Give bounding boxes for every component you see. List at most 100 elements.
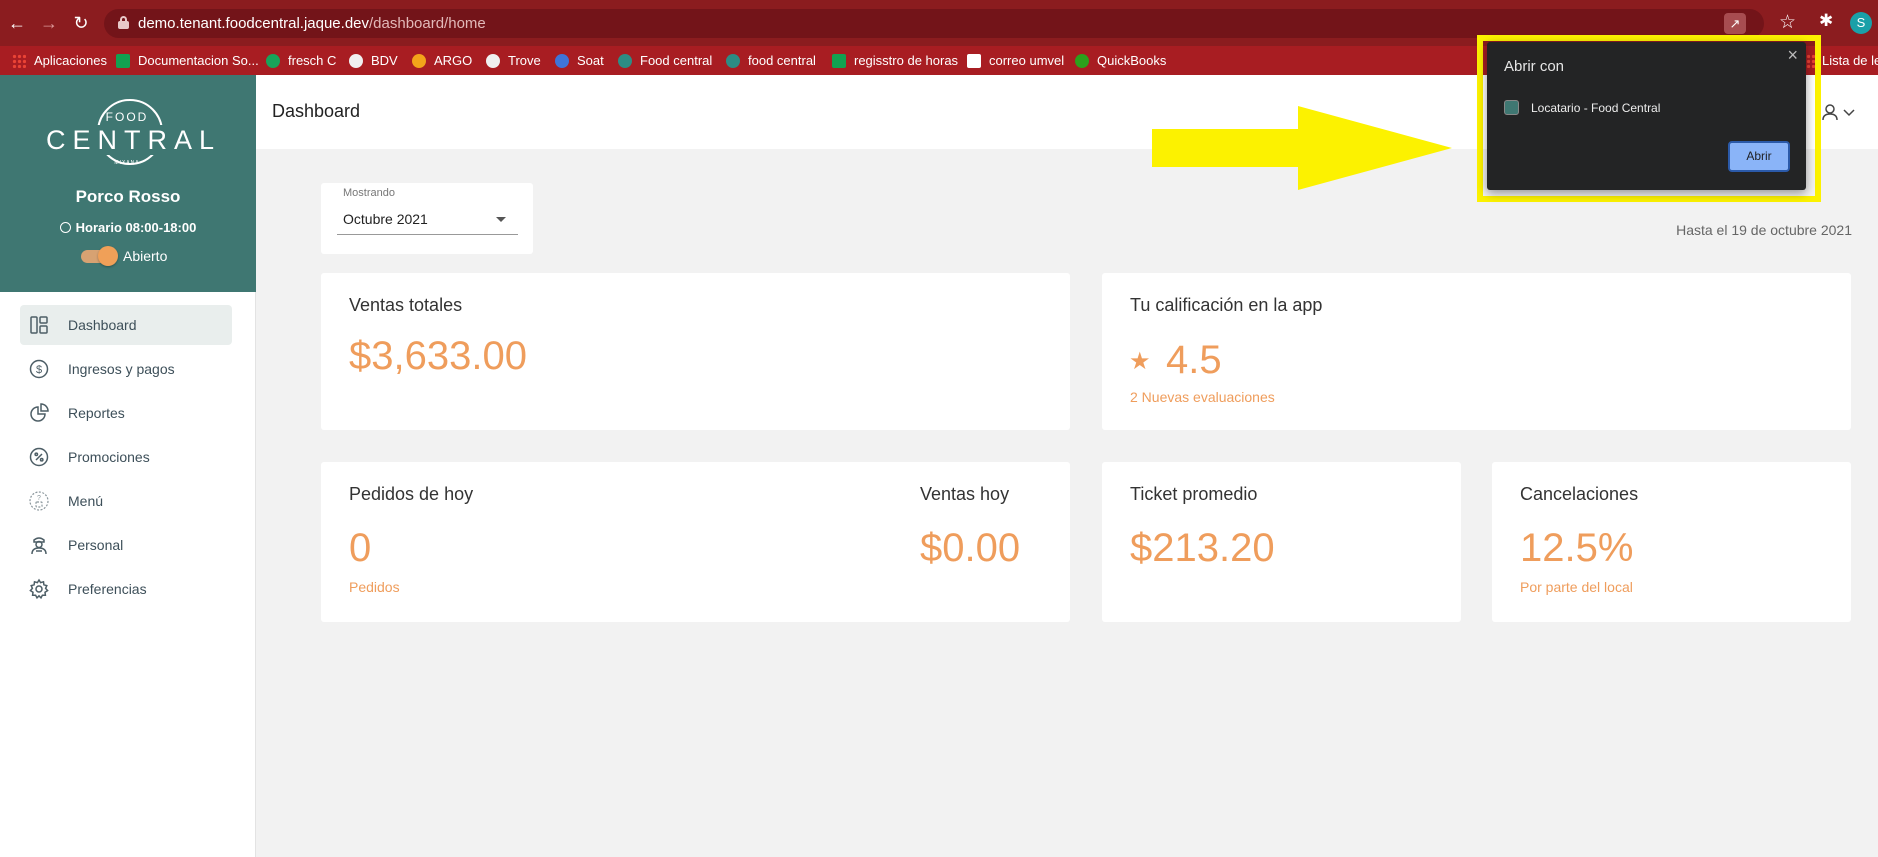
svg-text:?: ? bbox=[37, 495, 41, 502]
forward-arrow-icon[interactable]: → bbox=[38, 12, 60, 34]
card-subtitle: 2 Nuevas evaluaciones bbox=[1130, 389, 1275, 405]
card-value: 4.5 bbox=[1166, 338, 1222, 382]
sidebar-item-preferencias[interactable]: Preferencias bbox=[20, 569, 232, 609]
sidebar-header: FOOD CENTRAL MIXANA Porco Rosso Horario … bbox=[0, 75, 256, 292]
bookmark-star-icon[interactable]: ☆ bbox=[1779, 11, 1796, 34]
bookmark-item[interactable]: regisstro de horas bbox=[832, 46, 958, 75]
month-filter-label: Mostrando bbox=[343, 187, 395, 199]
address-bar[interactable]: demo.tenant.foodcentral.jaque.dev/dashbo… bbox=[104, 9, 1764, 38]
card-cancelaciones: Cancelaciones 12.5% Por parte del local bbox=[1492, 462, 1851, 622]
open-status-toggle[interactable] bbox=[81, 246, 118, 266]
sidebar-item-promociones[interactable]: Promociones bbox=[20, 437, 232, 477]
bookmark-item[interactable]: ARGO bbox=[412, 46, 472, 75]
bookmark-item[interactable]: correo umvel bbox=[967, 46, 1064, 75]
bookmark-item[interactable]: BDV bbox=[349, 46, 398, 75]
card-ticket: Ticket promedio $213.20 bbox=[1102, 462, 1461, 622]
gear-icon bbox=[28, 578, 50, 600]
sidebar-item-label: Reportes bbox=[68, 405, 125, 421]
lock-icon bbox=[118, 16, 129, 29]
month-select[interactable]: Octubre 2021 bbox=[337, 201, 518, 235]
card-title: Tu calificación en la app bbox=[1130, 295, 1323, 315]
card-subtitle: Por parte del local bbox=[1520, 579, 1633, 595]
open-in-app-icon[interactable]: ↗ bbox=[1724, 13, 1746, 34]
percent-circle-icon bbox=[28, 446, 50, 468]
bookmark-item[interactable]: fresch C bbox=[266, 46, 336, 75]
sidebar-item-label: Preferencias bbox=[68, 581, 147, 597]
close-icon[interactable]: × bbox=[1787, 45, 1798, 66]
card-calificacion: Tu calificación en la app 4.5 ★ 2 Nuevas… bbox=[1102, 273, 1851, 430]
bookmark-item[interactable]: Trove bbox=[486, 46, 541, 75]
open-with-dialog: Abrir con × Locatario - Food Central Abr… bbox=[1487, 42, 1806, 190]
open-button[interactable]: Abrir bbox=[1728, 141, 1790, 172]
foodcentral-icon bbox=[726, 53, 740, 68]
foodcentral-app-icon bbox=[1504, 100, 1519, 115]
sidebar-item-reportes[interactable]: Reportes bbox=[20, 393, 232, 433]
clock-icon bbox=[59, 222, 71, 233]
user-menu-button[interactable] bbox=[1820, 103, 1860, 123]
pie-chart-icon bbox=[28, 402, 50, 424]
back-arrow-icon[interactable]: ← bbox=[6, 12, 28, 34]
open-status: Abierto bbox=[81, 245, 167, 267]
app-option-label: Locatario - Food Central bbox=[1531, 100, 1661, 115]
bookmark-item[interactable]: Soat bbox=[555, 46, 604, 75]
sidebar-menu: Dashboard $ Ingresos y pagos Reportes Pr… bbox=[20, 305, 232, 613]
card-title-ventas-hoy: Ventas hoy bbox=[920, 484, 1010, 504]
store-name: Porco Rosso bbox=[75, 187, 181, 206]
profile-avatar[interactable]: S bbox=[1850, 12, 1872, 34]
card-title: Pedidos de hoy bbox=[349, 484, 474, 504]
star-icon: ★ bbox=[1129, 348, 1151, 375]
menu-food-icon: ? bbox=[28, 490, 50, 512]
bookmark-item[interactable]: Aplicaciones bbox=[12, 46, 107, 75]
page-title: Dashboard bbox=[272, 101, 361, 121]
sidebar: FOOD CENTRAL MIXANA Porco Rosso Horario … bbox=[0, 75, 256, 857]
staff-icon bbox=[28, 534, 50, 556]
sidebar-item-label: Menú bbox=[68, 493, 104, 509]
sidebar-item-label: Ingresos y pagos bbox=[68, 361, 175, 377]
card-ventas-totales: Ventas totales $3,633.00 bbox=[321, 273, 1070, 430]
sidebar-item-menu[interactable]: ? Menú bbox=[20, 481, 232, 521]
sidebar-item-ingresos[interactable]: $ Ingresos y pagos bbox=[20, 349, 232, 389]
card-value: 0 bbox=[349, 526, 372, 570]
sidebar-item-label: Promociones bbox=[68, 449, 150, 465]
card-subtitle: Pedidos bbox=[349, 579, 400, 595]
sidebar-item-label: Dashboard bbox=[68, 317, 137, 333]
dialog-title: Abrir con bbox=[1504, 58, 1565, 75]
sidebar-item-label: Personal bbox=[68, 537, 124, 553]
dollar-circle-icon: $ bbox=[28, 358, 50, 380]
argo-icon bbox=[412, 53, 426, 68]
svg-text:$: $ bbox=[36, 364, 42, 376]
bookmark-item[interactable]: food central bbox=[726, 46, 816, 75]
bookmark-item[interactable]: Food central bbox=[618, 46, 712, 75]
sheets-icon bbox=[832, 53, 846, 68]
card-value: $213.20 bbox=[1130, 526, 1275, 570]
url-text[interactable]: demo.tenant.foodcentral.jaque.dev/dashbo… bbox=[138, 15, 486, 32]
card-value-ventas-hoy: $0.00 bbox=[920, 526, 1021, 570]
sidebar-item-personal[interactable]: Personal bbox=[20, 525, 232, 565]
card-title: Ventas totales bbox=[349, 295, 463, 315]
extensions-puzzle-icon[interactable]: ✱ bbox=[1819, 11, 1833, 31]
sheets-icon bbox=[116, 53, 130, 68]
apps-grid-icon bbox=[12, 53, 26, 68]
quickbooks-icon bbox=[1075, 53, 1089, 68]
globe-icon bbox=[349, 53, 363, 68]
yellow-arrow-annotation bbox=[1152, 106, 1452, 190]
reload-icon[interactable]: ↻ bbox=[70, 12, 92, 34]
store-hours: Horario 08:00-18:00 bbox=[0, 220, 256, 235]
foodcentral-icon bbox=[618, 53, 632, 68]
headset-icon bbox=[266, 53, 280, 68]
open-status-label: Abierto bbox=[123, 248, 168, 264]
dashboard-icon bbox=[28, 314, 50, 336]
app-option[interactable]: Locatario - Food Central bbox=[1504, 100, 1660, 115]
caret-down-icon bbox=[496, 217, 506, 222]
gmail-icon bbox=[967, 53, 981, 68]
card-title: Cancelaciones bbox=[1520, 484, 1639, 504]
user-icon bbox=[1822, 104, 1855, 121]
soat-icon bbox=[555, 53, 569, 68]
bookmark-item[interactable]: Documentacion So... bbox=[116, 46, 259, 75]
card-title: Ticket promedio bbox=[1130, 484, 1258, 504]
bookmark-item[interactable]: QuickBooks bbox=[1075, 46, 1166, 75]
sidebar-item-dashboard[interactable]: Dashboard bbox=[20, 305, 232, 345]
card-value: 12.5% bbox=[1520, 526, 1634, 570]
date-range-note: Hasta el 19 de octubre 2021 bbox=[1676, 222, 1852, 238]
globe-icon bbox=[486, 53, 500, 68]
